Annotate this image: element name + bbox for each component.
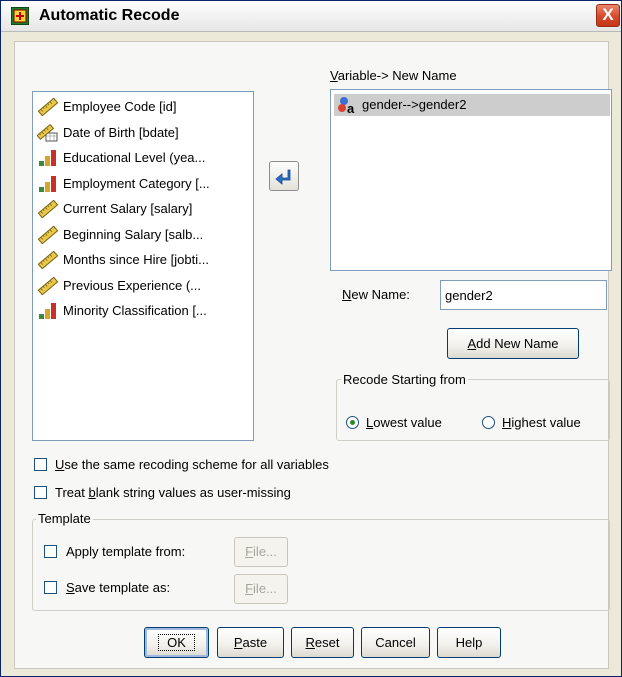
save-file-text: ile... [253, 581, 277, 596]
reset-button[interactable]: Reset [291, 627, 354, 658]
save-template-file-button[interactable]: File... [234, 574, 288, 604]
save-template-text: ave template as: [74, 580, 171, 595]
arrow-left-icon [275, 169, 291, 185]
add-new-name-button[interactable]: Add New Name [447, 328, 579, 359]
highest-value-mnemonic: H [502, 415, 512, 430]
highest-value-text: ighest value [511, 415, 581, 430]
target-variable-list[interactable]: a gender-->gender2 [330, 89, 612, 271]
same-scheme-mnemonic: U [55, 457, 65, 472]
apply-template-label: Apply template from: [66, 544, 186, 559]
source-item-label: Date of Birth [bdate] [63, 124, 179, 140]
app-icon [11, 7, 29, 25]
source-item-label: Previous Experience (... [63, 277, 202, 293]
lowest-value-label: Lowest value [366, 415, 442, 430]
ok-button-label: OK [158, 634, 195, 651]
help-button[interactable]: Help [437, 627, 501, 658]
new-name-mnemonic: N [342, 287, 352, 302]
add-new-name-text: dd New Name [476, 336, 559, 351]
apply-file-text: ile... [253, 544, 277, 559]
same-scheme-text: se the same recoding scheme for all vari… [64, 457, 329, 472]
reset-text: eset [314, 635, 340, 650]
blank-missing-text-a: Treat [55, 485, 89, 500]
svg-text:a: a [347, 101, 355, 115]
title-bar[interactable]: Automatic Recode X [1, 1, 621, 32]
nominal-string-icon: a [338, 97, 355, 115]
source-item-label: Employment Category [... [63, 175, 210, 191]
source-item-label: Employee Code [id] [63, 99, 177, 114]
template-group-title: Template [36, 511, 93, 526]
add-new-name-mnemonic: A [467, 336, 477, 351]
recode-start-group-title: Recode Starting from [341, 372, 468, 387]
save-file-mnemonic: F [245, 581, 254, 596]
cancel-button-label: Cancel [375, 635, 416, 650]
new-name-label: New Name: [342, 287, 410, 302]
new-name-field[interactable] [440, 280, 607, 310]
reset-mnemonic: R [305, 635, 315, 650]
source-item-label: Beginning Salary [salb... [63, 226, 204, 242]
paste-button[interactable]: Paste [217, 627, 284, 658]
target-list-item[interactable]: a gender-->gender2 [334, 94, 610, 116]
source-item-label: Current Salary [salary] [63, 201, 193, 216]
lowest-value-radio[interactable] [346, 416, 359, 429]
dialog-window: Automatic Recode X Employee Code [id] Dat… [0, 0, 622, 677]
blank-missing-label: Treat blank string values as user-missin… [55, 485, 291, 500]
same-scheme-checkbox[interactable] [34, 458, 47, 471]
template-group [32, 519, 610, 611]
source-item-label: Minority Classification [... [63, 303, 207, 318]
target-list-header-mnemonic: V [330, 68, 338, 83]
cancel-button[interactable]: Cancel [361, 627, 430, 658]
apply-template-file-button[interactable]: File... [234, 537, 288, 567]
paste-mnemonic: P [233, 635, 243, 650]
apply-template-checkbox[interactable] [44, 545, 57, 558]
target-item-label: gender-->gender2 [362, 97, 467, 112]
close-button[interactable]: X [596, 4, 620, 27]
ok-button[interactable]: OK [144, 627, 209, 658]
apply-file-mnemonic: F [245, 544, 254, 559]
same-scheme-label: Use the same recoding scheme for all var… [55, 457, 329, 472]
save-template-mnemonic: S [66, 580, 75, 595]
highest-value-radio[interactable] [482, 416, 495, 429]
blank-missing-mnemonic: b [88, 485, 96, 500]
close-icon: X [602, 5, 614, 24]
target-list-header: Variable-> New Name [330, 68, 457, 83]
source-variable-list[interactable]: Employee Code [id] Date of Birth [bdate] E… [32, 91, 254, 441]
save-template-label: Save template as: [66, 580, 170, 595]
highest-value-label: Highest value [502, 415, 581, 430]
target-list-header-text: ariable-> New Name [337, 68, 457, 83]
source-item-label: Educational Level (yea... [63, 150, 206, 165]
blank-missing-text-b: lank string values as user-missing [95, 485, 291, 500]
blank-missing-checkbox[interactable] [34, 486, 47, 499]
move-variable-button[interactable] [269, 161, 299, 191]
dialog-title: Automatic Recode [39, 7, 180, 24]
new-name-label-text: ew Name: [351, 287, 410, 302]
paste-text: aste [242, 635, 268, 650]
lowest-value-text: owest value [373, 415, 442, 430]
save-template-checkbox[interactable] [44, 581, 57, 594]
source-item-label: Months since Hire [jobti... [63, 252, 209, 267]
recode-start-group [336, 379, 610, 441]
help-button-label: Help [455, 635, 483, 650]
